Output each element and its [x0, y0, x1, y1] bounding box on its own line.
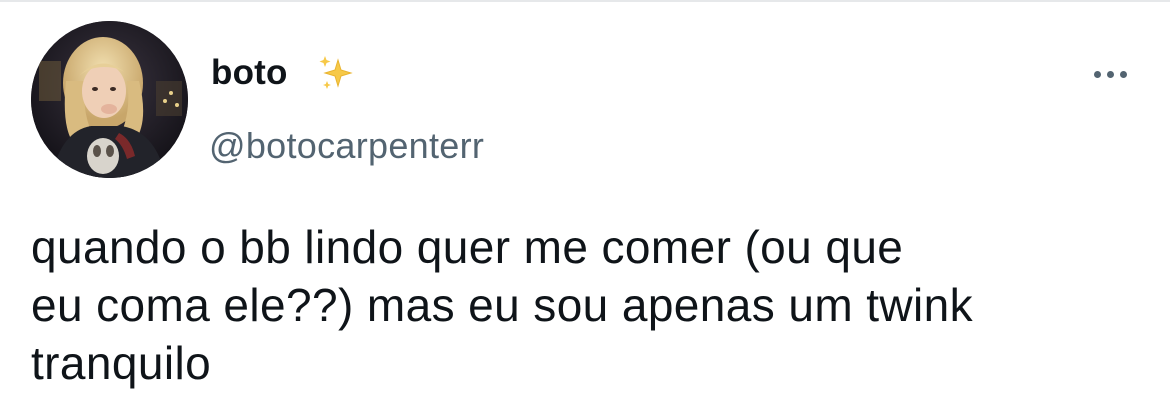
more-dot — [1106, 70, 1114, 78]
tweet-card: boto @botocarpenterr quando o bb lindo q… — [0, 0, 1170, 419]
tweet-text: quando o bb lindo quer me comer (ou que … — [31, 218, 1161, 392]
avatar[interactable] — [31, 21, 188, 178]
tweet-text-line: eu coma ele??) mas eu sou apenas um twin… — [31, 279, 974, 331]
more-dot — [1119, 70, 1127, 78]
tweet-text-line: tranquilo — [31, 337, 212, 389]
sparkles-icon — [319, 56, 353, 89]
display-name[interactable]: boto — [211, 52, 288, 94]
more-options-button[interactable] — [1085, 60, 1135, 88]
avatar-photo — [31, 21, 188, 178]
user-handle[interactable]: @botocarpenterr — [209, 125, 484, 167]
more-horizontal-icon — [1093, 70, 1101, 78]
tweet-text-line: quando o bb lindo quer me comer (ou que — [31, 221, 904, 273]
